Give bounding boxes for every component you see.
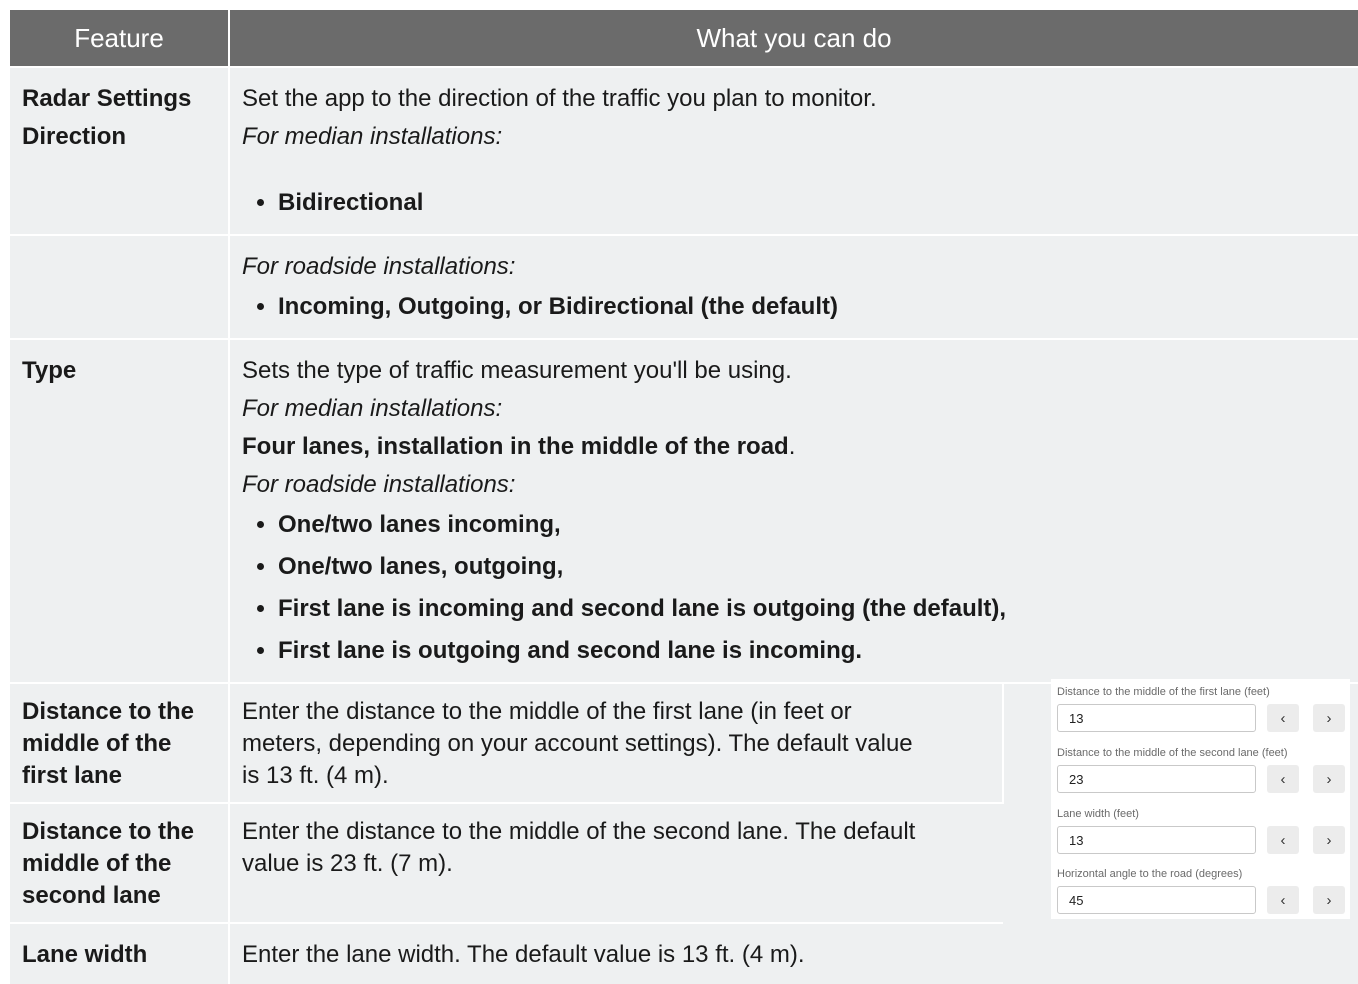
feature-cell-empty (10, 234, 230, 339)
field-label: Lane width (feet) (1057, 808, 1139, 820)
table-row-type: Type Sets the type of traffic measuremen… (10, 338, 1358, 683)
second-lane-increment-button[interactable]: › (1313, 765, 1345, 793)
list-item: One/two lanes, outgoing, (278, 546, 1346, 588)
table-row-direction: Radar Settings Direction Set the app to … (10, 66, 1358, 235)
first-lane-increment-button[interactable]: › (1313, 704, 1345, 732)
chevron-right-icon: › (1326, 831, 1332, 849)
feature-label-line: Distance to the (22, 698, 195, 725)
median-value-line: Four lanes, installation in the middle o… (242, 428, 1346, 466)
feature-label-line: middle of the (22, 850, 172, 877)
chevron-left-icon: ‹ (1280, 770, 1286, 788)
feature-cell-second-lane: Distance to the middle of the second lan… (10, 802, 230, 923)
feature-cell-direction: Radar Settings Direction (10, 66, 230, 235)
description-text-line: value is 23 ft. (7 m). (242, 850, 453, 877)
chevron-right-icon: › (1326, 891, 1332, 909)
feature-label-line: second lane (22, 882, 161, 909)
horizontal-angle-increment-button[interactable]: › (1313, 886, 1345, 914)
feature-label-line: first lane (22, 762, 123, 789)
horizontal-angle-input[interactable]: 45 (1057, 886, 1256, 914)
roadside-bullet-list: Incoming, Outgoing, or Bidirectional (th… (242, 286, 1346, 328)
median-value-period: . (788, 433, 796, 460)
description-cell-first-lane: Enter the distance to the middle of the … (229, 682, 1004, 803)
list-item: First lane is incoming and second lane i… (278, 588, 1346, 630)
lane-width-increment-button[interactable]: › (1313, 826, 1345, 854)
feature-label-line: Radar Settings (22, 85, 192, 112)
description-text-line: is 13 ft. (4 m). (242, 762, 389, 789)
roadside-installations-label: For roadside installations: (242, 253, 516, 280)
table-row-direction-roadside: For roadside installations: Incoming, Ou… (10, 234, 1358, 339)
description-cell-type: Sets the type of traffic measurement you… (229, 338, 1358, 683)
roadside-installations-label: For roadside installations: (242, 471, 516, 498)
description-cell-direction-roadside: For roadside installations: Incoming, Ou… (229, 234, 1358, 339)
table-header-row: Feature What you can do (10, 10, 1358, 67)
feature-cell-first-lane: Distance to the middle of the first lane (10, 682, 230, 803)
chevron-right-icon: › (1326, 770, 1332, 788)
first-lane-distance-input[interactable]: 13 (1057, 704, 1256, 732)
chevron-left-icon: ‹ (1280, 709, 1286, 727)
description-text-line: Enter the distance to the middle of the … (242, 698, 852, 725)
description-cell-lane-width: Enter the lane width. The default value … (229, 922, 1003, 984)
field-label: Distance to the middle of the second lan… (1057, 747, 1288, 759)
horizontal-angle-decrement-button[interactable]: ‹ (1267, 886, 1299, 914)
lane-width-decrement-button[interactable]: ‹ (1267, 826, 1299, 854)
description-text: Sets the type of traffic measurement you… (242, 357, 792, 384)
feature-label-line: Distance to the (22, 818, 195, 845)
chevron-left-icon: ‹ (1280, 891, 1286, 909)
feature-label-line: middle of the (22, 730, 172, 757)
first-lane-decrement-button[interactable]: ‹ (1267, 704, 1299, 732)
description-text-line: meters, depending on your account settin… (242, 730, 913, 757)
median-bullet-list: Bidirectional (242, 182, 1346, 224)
roadside-bullet-list: One/two lanes incoming, One/two lanes, o… (242, 504, 1346, 672)
field-first-lane-distance: Distance to the middle of the first lane… (1057, 685, 1270, 732)
median-installations-label: For median installations: (242, 395, 503, 422)
header-feature: Feature (10, 10, 230, 67)
feature-cell-type: Type (10, 338, 230, 683)
chevron-right-icon: › (1326, 709, 1332, 727)
median-installations-label: For median installations: (242, 123, 503, 150)
field-second-lane-distance: Distance to the middle of the second lan… (1057, 746, 1288, 793)
list-item: Incoming, Outgoing, or Bidirectional (th… (278, 286, 1346, 328)
second-lane-decrement-button[interactable]: ‹ (1267, 765, 1299, 793)
median-value: Four lanes, installation in the middle o… (242, 433, 789, 460)
second-lane-distance-input[interactable]: 23 (1057, 765, 1256, 793)
feature-cell-lane-width: Lane width (10, 922, 230, 984)
chevron-left-icon: ‹ (1280, 831, 1286, 849)
list-item: Bidirectional (278, 182, 1346, 224)
field-lane-width: Lane width (feet) 13 (1057, 807, 1256, 854)
field-label: Horizontal angle to the road (degrees) (1057, 868, 1243, 880)
description-text: Set the app to the direction of the traf… (242, 85, 877, 112)
feature-label-line: Direction (22, 123, 127, 150)
field-label: Distance to the middle of the first lane… (1057, 686, 1270, 698)
field-horizontal-angle: Horizontal angle to the road (degrees) 4… (1057, 867, 1256, 914)
description-text-line: Enter the distance to the middle of the … (242, 818, 916, 845)
radar-settings-panel: Distance to the middle of the first lane… (1051, 679, 1350, 919)
description-cell-second-lane: Enter the distance to the middle of the … (229, 802, 1003, 923)
lane-width-input[interactable]: 13 (1057, 826, 1256, 854)
list-item: First lane is outgoing and second lane i… (278, 630, 1346, 672)
list-item: One/two lanes incoming, (278, 504, 1346, 546)
description-cell-direction: Set the app to the direction of the traf… (229, 66, 1358, 235)
header-what-you-can-do: What you can do (229, 10, 1358, 67)
